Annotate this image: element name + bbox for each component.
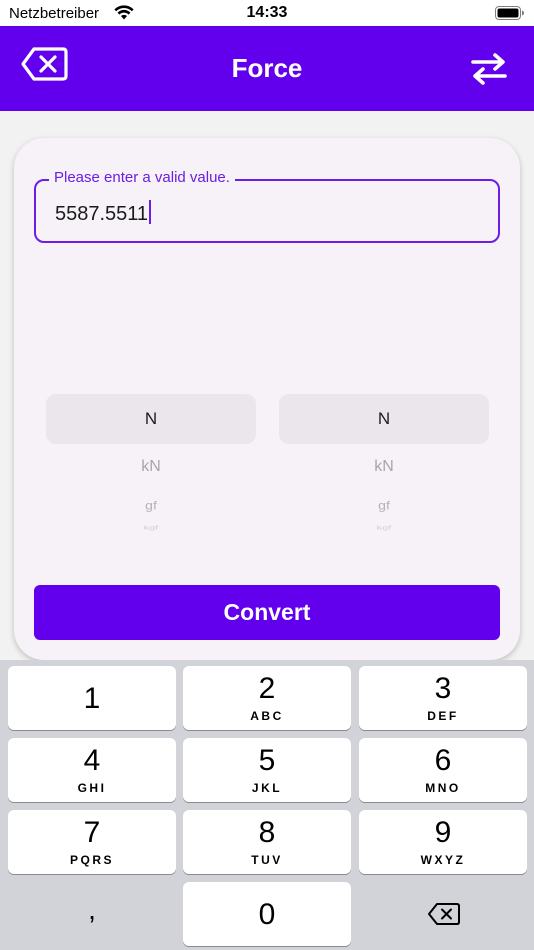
- key-letters: WXYZ: [420, 853, 466, 867]
- key-comma[interactable]: ,: [8, 882, 176, 946]
- to-unit-option[interactable]: kN: [279, 458, 489, 476]
- from-unit-option[interactable]: N: [46, 409, 256, 429]
- key-letters: ABC: [250, 709, 284, 723]
- key-digit: 2: [258, 672, 276, 705]
- to-unit-option[interactable]: N: [279, 409, 489, 429]
- key-4[interactable]: 4 GHI: [8, 738, 176, 802]
- page-title: Force: [231, 53, 303, 83]
- status-bar: Netzbetreiber 14:33: [0, 0, 534, 26]
- from-unit-picker[interactable]: N kN gf kgf: [46, 394, 256, 539]
- key-digit: 6: [434, 744, 452, 777]
- value-input-value: 5587.5511: [55, 203, 149, 225]
- from-unit-option[interactable]: kN: [46, 458, 256, 476]
- key-digit: 7: [83, 816, 101, 849]
- from-unit-option[interactable]: kgf: [46, 525, 256, 531]
- key-letters: JKL: [251, 781, 283, 795]
- key-letters: MNO: [425, 781, 461, 795]
- convert-button[interactable]: Convert: [34, 585, 500, 640]
- key-9[interactable]: 9 WXYZ: [359, 810, 527, 874]
- key-letters: GHI: [77, 781, 107, 795]
- to-unit-picker[interactable]: N kN gf kgf: [279, 394, 489, 539]
- swap-units-icon[interactable]: [468, 50, 510, 88]
- key-0[interactable]: 0: [183, 882, 351, 946]
- key-2[interactable]: 2 ABC: [183, 666, 351, 730]
- from-unit-option[interactable]: gf: [46, 498, 256, 512]
- key-1[interactable]: 1: [8, 666, 176, 730]
- key-6[interactable]: 6 MNO: [359, 738, 527, 802]
- numeric-keyboard: 1 2 ABC 3 DEF 4 GHI 5 JKL 6 MNO 7 PQRS 8…: [0, 660, 534, 950]
- key-digit: 3: [434, 672, 452, 705]
- to-unit-option[interactable]: gf: [279, 498, 489, 512]
- text-caret: [149, 200, 152, 224]
- key-digit: 1: [83, 682, 101, 715]
- key-5[interactable]: 5 JKL: [183, 738, 351, 802]
- key-letters: DEF: [427, 709, 459, 723]
- value-input[interactable]: Please enter a valid value. 5587.5511: [34, 169, 500, 243]
- delete-left-icon: [428, 903, 460, 925]
- key-7[interactable]: 7 PQRS: [8, 810, 176, 874]
- key-digit: 5: [258, 744, 276, 777]
- key-digit: 8: [258, 816, 276, 849]
- app-bar: Force: [0, 26, 534, 111]
- status-time: 14:33: [246, 4, 288, 21]
- key-letters: TUV: [251, 853, 283, 867]
- key-delete[interactable]: [359, 882, 527, 946]
- converter-card: Please enter a valid value. 5587.5511 N …: [14, 138, 520, 660]
- key-digit: 9: [434, 816, 452, 849]
- battery-icon: [495, 6, 524, 20]
- key-digit: 4: [83, 744, 101, 777]
- value-input-label: Please enter a valid value.: [49, 169, 235, 186]
- to-unit-option[interactable]: kgf: [279, 525, 489, 531]
- key-8[interactable]: 8 TUV: [183, 810, 351, 874]
- key-3[interactable]: 3 DEF: [359, 666, 527, 730]
- key-digit: 0: [258, 898, 276, 931]
- key-digit: ,: [88, 894, 96, 925]
- key-letters: PQRS: [69, 853, 114, 867]
- value-input-text[interactable]: 5587.5511: [55, 200, 152, 226]
